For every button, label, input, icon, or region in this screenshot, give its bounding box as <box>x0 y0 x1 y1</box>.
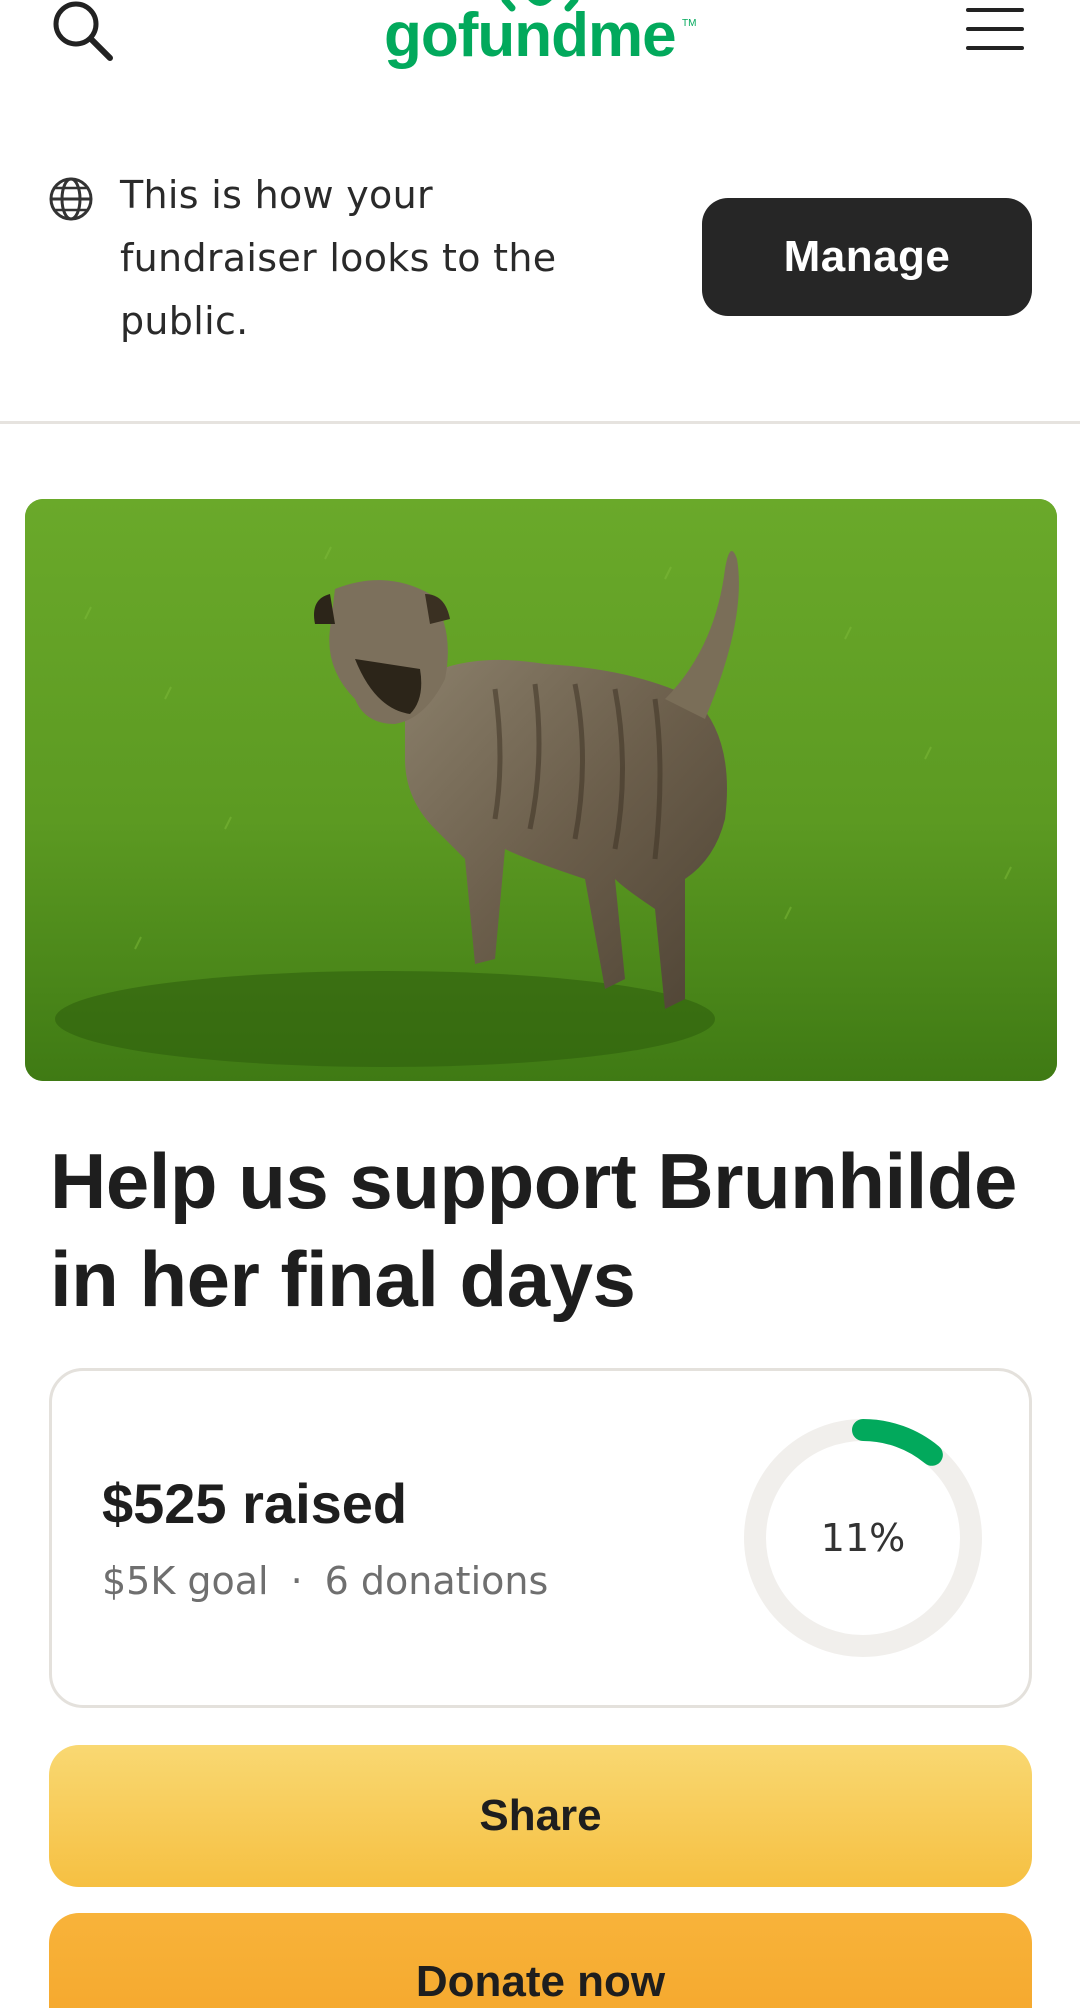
manage-button[interactable]: Manage <box>702 198 1032 316</box>
donate-button[interactable]: Donate now <box>49 1913 1032 2008</box>
fundraiser-page: gofundme TM This is how your fundraiser … <box>0 0 1080 2008</box>
share-button[interactable]: Share <box>49 1745 1032 1887</box>
goal-meta: $5K goal · 6 donations <box>102 1559 548 1603</box>
logo-wordmark: gofundme <box>384 1 676 70</box>
hamburger-menu-icon <box>966 8 1024 50</box>
header-divider <box>0 421 1080 424</box>
menu-button[interactable] <box>960 0 1030 60</box>
gofundme-logo[interactable]: gofundme TM <box>380 0 700 90</box>
meta-separator: · <box>290 1559 303 1603</box>
goal-amount: $5K goal <box>102 1559 269 1603</box>
search-button[interactable] <box>44 0 120 70</box>
progress-card: $525 raised $5K goal · 6 donations 11% <box>49 1368 1032 1708</box>
top-nav: gofundme TM <box>0 0 1080 100</box>
logo-trademark: TM <box>682 18 696 29</box>
donation-count[interactable]: 6 donations <box>325 1559 549 1603</box>
public-preview-notice: This is how your fundraiser looks to the… <box>120 173 557 343</box>
amount-raised: $525 raised <box>102 1472 408 1535</box>
campaign-photo[interactable] <box>25 499 1057 1081</box>
progress-percent: 11% <box>820 1516 906 1560</box>
campaign-title: Help us support Brunhilde in her final d… <box>50 1137 1017 1323</box>
globe-icon <box>48 176 94 222</box>
search-icon <box>53 1 113 61</box>
